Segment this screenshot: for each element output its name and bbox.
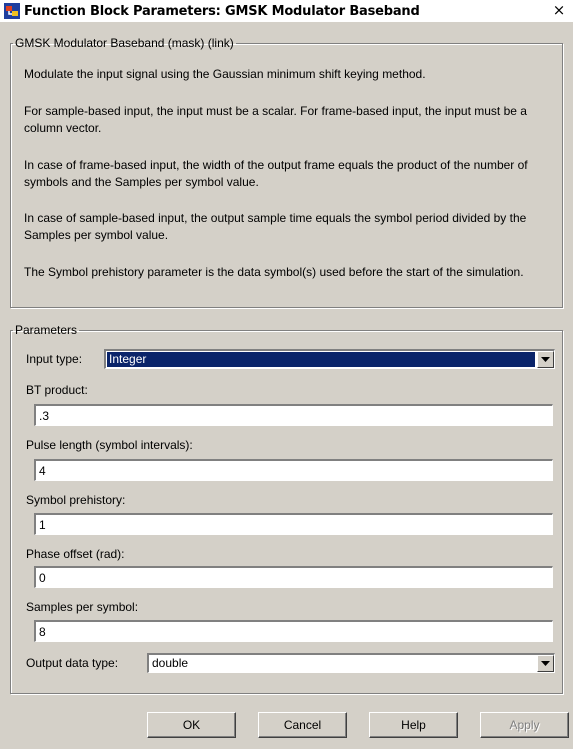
samples-per-symbol-field[interactable]: 8 [33, 619, 554, 643]
chevron-down-icon[interactable] [537, 655, 554, 672]
help-button[interactable]: Help [369, 712, 458, 738]
window-title: Function Block Parameters: GMSK Modulato… [24, 3, 420, 19]
description-paragraph: In case of frame-based input, the width … [24, 158, 528, 189]
description-paragraph: Modulate the input signal using the Gaus… [24, 67, 426, 81]
simulink-block-icon [4, 3, 20, 19]
output-data-type-value: double [152, 656, 189, 670]
cancel-button[interactable]: Cancel [258, 712, 347, 738]
phase-offset-label: Phase offset (rad): [26, 547, 125, 561]
symbol-prehistory-field[interactable]: 1 [33, 512, 554, 536]
description-paragraph: For sample-based input, the input must b… [24, 104, 527, 135]
pulse-length-label: Pulse length (symbol intervals): [26, 438, 193, 452]
pulse-length-field[interactable]: 4 [33, 458, 554, 482]
input-type-value: Integer [106, 351, 536, 368]
chevron-down-icon[interactable] [537, 351, 554, 368]
apply-button[interactable]: Apply [480, 712, 569, 738]
samples-per-symbol-label: Samples per symbol: [26, 600, 139, 614]
bt-product-label: BT product: [26, 383, 88, 397]
output-data-type-dropdown[interactable]: double [147, 653, 555, 673]
output-data-type-label: Output data type: [26, 656, 119, 670]
bt-product-field[interactable]: .3 [33, 403, 554, 427]
symbol-prehistory-label: Symbol prehistory: [26, 493, 126, 507]
input-type-dropdown[interactable]: Integer [104, 349, 555, 369]
description-paragraph: The Symbol prehistory parameter is the d… [24, 265, 524, 279]
parameters-legend: Parameters [15, 323, 78, 337]
description-paragraph: In case of sample-based input, the outpu… [24, 211, 527, 242]
phase-offset-field[interactable]: 0 [33, 565, 554, 589]
description-legend: GMSK Modulator Baseband (mask) (link) [15, 36, 234, 50]
input-type-label: Input type: [26, 352, 83, 366]
close-icon[interactable]: × [551, 2, 567, 18]
title-bar: Function Block Parameters: GMSK Modulato… [0, 0, 573, 22]
ok-button[interactable]: OK [147, 712, 236, 738]
